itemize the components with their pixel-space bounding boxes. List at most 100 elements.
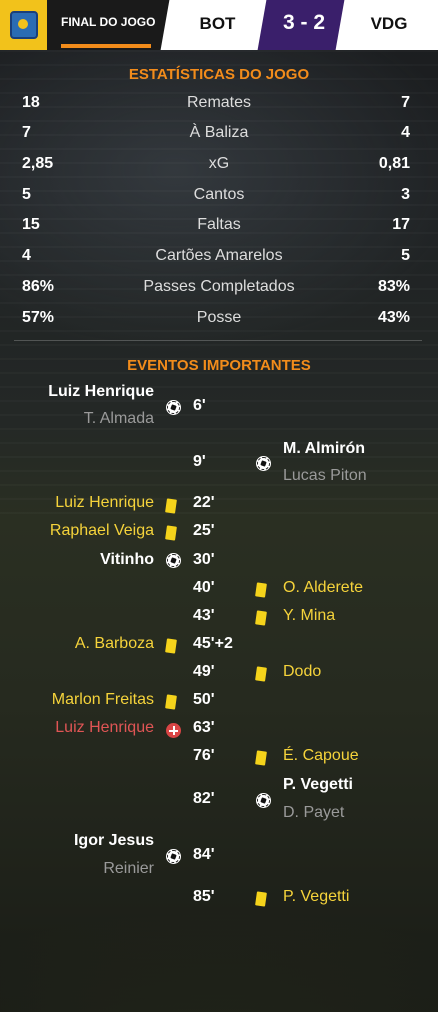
home-team-name: BOT xyxy=(199,14,236,33)
yellow-card-icon xyxy=(165,525,177,541)
event-icon xyxy=(165,694,177,710)
stat-row: Faltas 15 17 xyxy=(0,216,438,240)
event-player[interactable]: Dodo xyxy=(283,663,321,681)
stat-home-value: 2,85 xyxy=(22,155,54,172)
stat-row: xG 2,85 0,81 xyxy=(0,155,438,179)
status-underline xyxy=(61,44,151,48)
event-assist[interactable]: Reinier xyxy=(103,860,154,878)
event-icon xyxy=(255,750,267,766)
event-icon xyxy=(255,666,267,682)
yellow-card-icon xyxy=(255,582,267,598)
event-player[interactable]: O. Alderete xyxy=(283,579,363,597)
stat-label: xG xyxy=(208,155,230,172)
yellow-card-icon xyxy=(255,610,267,626)
event-icon xyxy=(256,456,271,471)
stat-label: Faltas xyxy=(197,216,241,233)
match-header: FINAL DO JOGO BOT 3 - 2 VDG xyxy=(0,0,438,50)
yellow-card-icon xyxy=(255,750,267,766)
event-minute: 84' xyxy=(193,846,215,863)
event-minute: 43' xyxy=(193,607,215,624)
stat-row: Remates 18 7 xyxy=(0,94,438,118)
away-team-name: VDG xyxy=(370,14,408,33)
match-score: 3 - 2 xyxy=(282,11,326,34)
goal-ball-icon xyxy=(256,793,271,808)
injury-icon xyxy=(166,723,181,738)
event-minute: 9' xyxy=(193,453,206,470)
event-minute: 85' xyxy=(193,888,215,905)
event-player[interactable]: Raphael Veiga xyxy=(50,522,154,540)
stat-away-value: 0,81 xyxy=(378,155,410,172)
event-player[interactable]: Vitinho xyxy=(100,551,154,569)
event-minute: 45'+2 xyxy=(193,635,233,652)
event-assist[interactable]: T. Almada xyxy=(84,410,154,428)
stat-away-value: 17 xyxy=(392,216,410,233)
stat-away-value: 83% xyxy=(377,278,410,295)
yellow-card-icon xyxy=(255,891,267,907)
event-minute: 63' xyxy=(193,719,215,736)
yellow-card-icon xyxy=(255,666,267,682)
event-player[interactable]: Marlon Freitas xyxy=(52,691,154,709)
goal-ball-icon xyxy=(166,400,181,415)
stat-away-value: 7 xyxy=(401,94,410,111)
event-player[interactable]: É. Capoue xyxy=(283,747,359,765)
stat-label: Remates xyxy=(186,94,252,111)
yellow-card-icon xyxy=(165,638,177,654)
match-status: FINAL DO JOGO xyxy=(61,15,156,29)
stat-home-value: 57% xyxy=(22,309,55,326)
event-icon xyxy=(165,638,177,654)
stat-home-value: 86% xyxy=(22,278,55,295)
event-assist[interactable]: Lucas Piton xyxy=(283,467,367,485)
goal-ball-icon xyxy=(166,553,181,568)
event-player[interactable]: A. Barboza xyxy=(75,635,154,653)
stats-title: ESTATÍSTICAS DO JOGO xyxy=(128,66,310,83)
goal-ball-icon xyxy=(256,456,271,471)
stat-home-value: 18 xyxy=(22,94,40,111)
event-icon xyxy=(166,849,181,864)
event-player[interactable]: Luiz Henrique xyxy=(48,383,154,401)
event-player[interactable]: M. Almirón xyxy=(283,440,365,458)
yellow-card-icon xyxy=(165,694,177,710)
stat-row: Passes Completados 86% 83% xyxy=(0,278,438,302)
event-icon xyxy=(166,553,181,568)
event-player[interactable]: Igor Jesus xyxy=(74,832,154,850)
stat-row: Cantos 5 3 xyxy=(0,186,438,210)
event-icon xyxy=(255,610,267,626)
event-icon xyxy=(165,525,177,541)
stat-label: Cartões Amarelos xyxy=(155,247,283,264)
event-player[interactable]: Luiz Henrique xyxy=(55,494,154,512)
event-icon xyxy=(166,400,181,415)
stat-label: À Baliza xyxy=(189,124,249,141)
stat-away-value: 4 xyxy=(401,124,410,141)
event-player[interactable]: P. Vegetti xyxy=(283,888,349,906)
stat-row: Posse 57% 43% xyxy=(0,309,438,333)
event-player[interactable]: Luiz Henrique xyxy=(55,719,154,737)
event-icon xyxy=(255,582,267,598)
event-minute: 49' xyxy=(193,663,215,680)
event-minute: 82' xyxy=(193,790,215,807)
event-icon xyxy=(256,793,271,808)
stat-away-value: 5 xyxy=(401,247,410,264)
stat-home-value: 5 xyxy=(22,186,31,203)
event-icon xyxy=(255,891,267,907)
stat-home-value: 15 xyxy=(22,216,40,233)
event-assist[interactable]: D. Payet xyxy=(283,804,344,822)
event-player[interactable]: Y. Mina xyxy=(283,607,335,625)
event-player[interactable]: P. Vegetti xyxy=(283,776,353,794)
events-title: EVENTOS IMPORTANTES xyxy=(127,357,311,374)
event-icon xyxy=(165,498,177,514)
stat-away-value: 43% xyxy=(377,309,410,326)
stat-home-value: 4 xyxy=(22,247,31,264)
stat-row: À Baliza 7 4 xyxy=(0,124,438,148)
event-minute: 40' xyxy=(193,579,215,596)
event-minute: 22' xyxy=(193,494,215,511)
event-minute: 6' xyxy=(193,397,206,414)
section-divider xyxy=(14,340,422,341)
competition-logo xyxy=(0,0,47,50)
stat-label: Posse xyxy=(196,309,242,326)
yellow-card-icon xyxy=(165,498,177,514)
stat-label: Passes Completados xyxy=(143,278,295,295)
event-minute: 25' xyxy=(193,522,215,539)
stat-row: Cartões Amarelos 4 5 xyxy=(0,247,438,271)
stat-home-value: 7 xyxy=(22,124,31,141)
competition-logo-icon xyxy=(9,11,38,39)
